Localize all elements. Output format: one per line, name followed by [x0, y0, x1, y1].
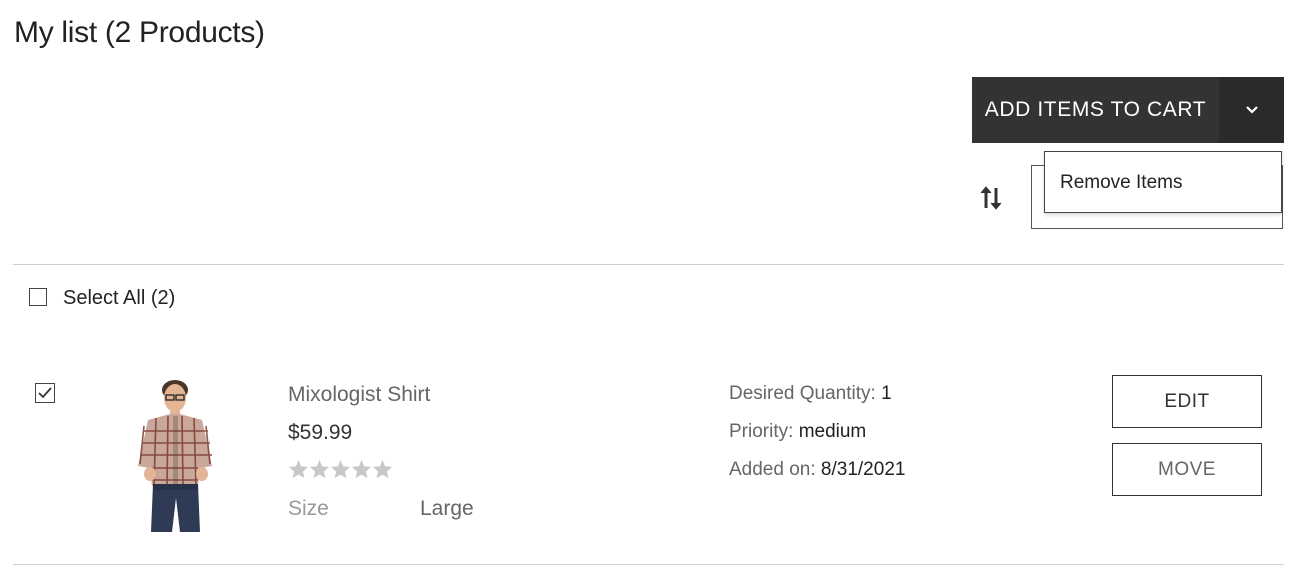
- product-name-link[interactable]: Mixologist Shirt: [288, 383, 430, 407]
- divider: [13, 264, 1284, 265]
- priority-value: medium: [798, 421, 867, 442]
- add-items-to-cart-button[interactable]: ADD ITEMS TO CART: [972, 77, 1219, 143]
- desired-quantity-value: 1: [881, 383, 892, 404]
- star-icon: [351, 459, 372, 479]
- added-on-value: 8/31/2021: [820, 459, 906, 480]
- cart-actions-dropdown: Remove Items: [1044, 151, 1282, 213]
- star-icon: [330, 459, 351, 479]
- star-icon: [309, 459, 330, 479]
- add-to-cart-split-button: ADD ITEMS TO CART: [972, 77, 1284, 143]
- wishlist-page: My list (2 Products) ADD ITEMS TO CART R…: [0, 0, 1303, 579]
- priority-label: Priority:: [729, 421, 794, 442]
- desired-quantity: Desired Quantity: 1: [729, 383, 892, 405]
- remove-items-menu-item[interactable]: Remove Items: [1060, 172, 1182, 194]
- priority: Priority: medium: [729, 421, 866, 443]
- attribute-label-size: Size: [288, 497, 329, 520]
- divider: [13, 564, 1284, 565]
- item-checkbox[interactable]: [35, 383, 55, 403]
- checkmark-icon: [38, 387, 52, 399]
- move-button[interactable]: MOVE: [1112, 443, 1262, 496]
- added-on: Added on: 8/31/2021: [729, 459, 905, 481]
- product-rating: [288, 459, 393, 479]
- page-title: My list (2 Products): [14, 16, 265, 49]
- sort-direction-button[interactable]: [978, 184, 1004, 212]
- desired-quantity-label: Desired Quantity:: [729, 383, 876, 404]
- select-all-label: Select All (2): [63, 287, 176, 309]
- cart-actions-toggle[interactable]: [1219, 77, 1284, 143]
- sort-arrows-icon: [980, 186, 1002, 210]
- star-icon: [288, 459, 309, 479]
- product-image[interactable]: [132, 376, 222, 534]
- added-on-label: Added on:: [729, 459, 816, 480]
- star-icon: [372, 459, 393, 479]
- chevron-down-icon: [1245, 106, 1258, 114]
- select-all-checkbox[interactable]: [29, 288, 47, 306]
- attribute-value-size: Large: [420, 497, 474, 520]
- product-price: $59.99: [288, 421, 353, 444]
- edit-button[interactable]: EDIT: [1112, 375, 1262, 428]
